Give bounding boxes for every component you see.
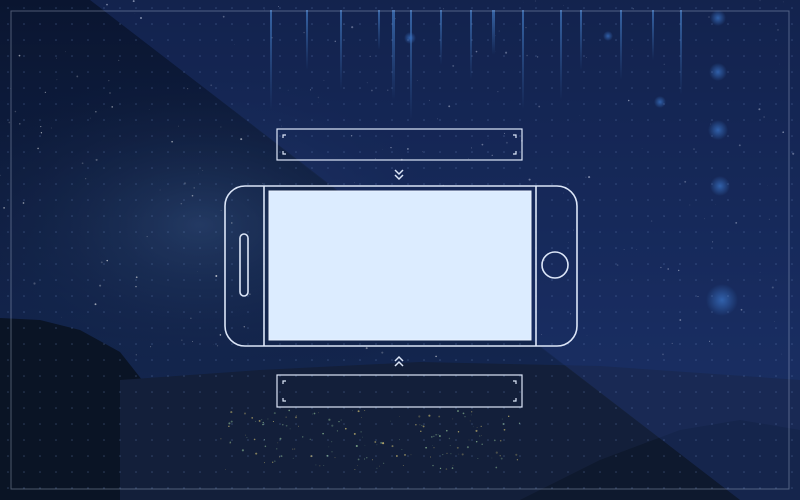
banner-scene: [0, 0, 800, 500]
phone-screen: [268, 190, 532, 341]
background-illustration: [0, 0, 800, 500]
